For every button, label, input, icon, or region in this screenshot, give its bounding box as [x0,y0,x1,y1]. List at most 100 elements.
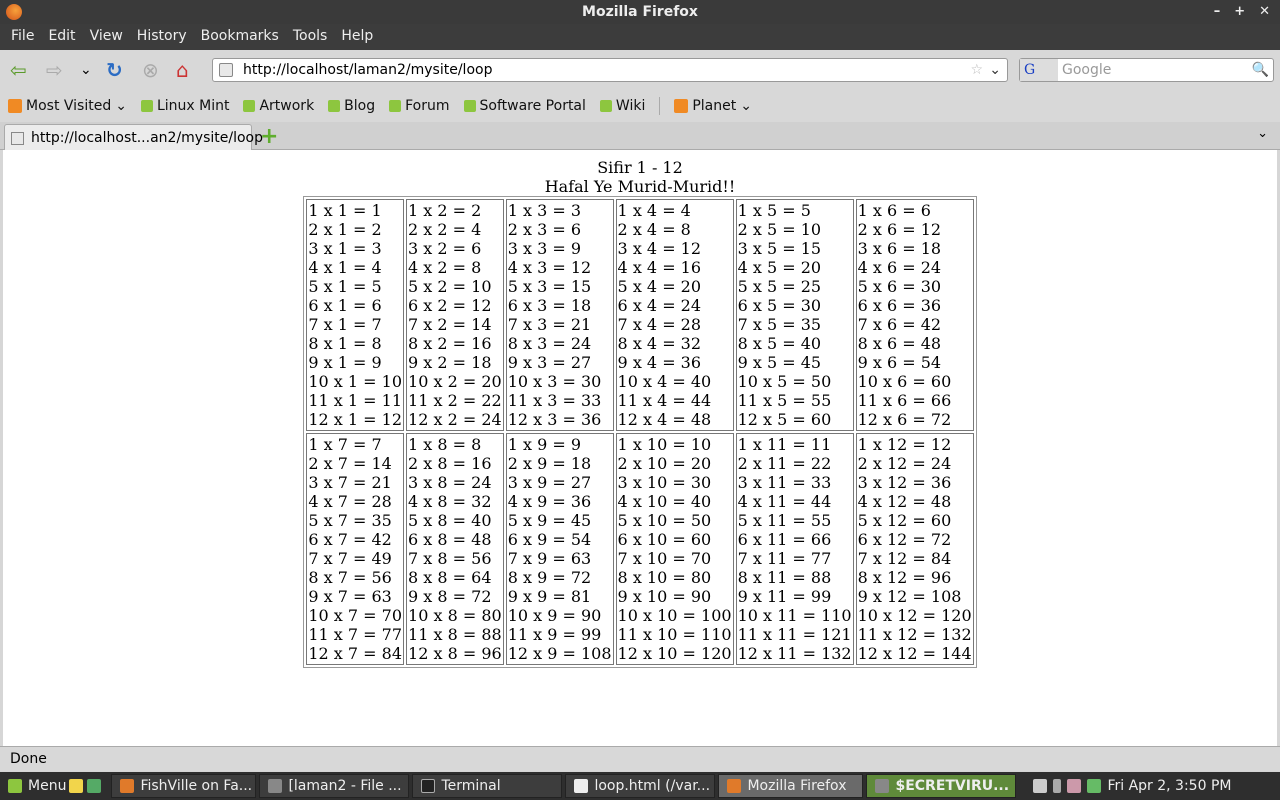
menu-view[interactable]: View [83,24,130,50]
menu-bookmarks[interactable]: Bookmarks [194,24,286,50]
stop-icon[interactable]: ⊗ [142,59,159,81]
search-input[interactable]: Google [1062,59,1111,81]
times-line: 12 x 5 = 60 [737,410,832,429]
minimize-button[interactable]: – [1214,0,1221,24]
times-table-1: 1 x 1 = 12 x 1 = 23 x 1 = 34 x 1 = 45 x … [306,199,405,431]
history-dropdown-icon[interactable]: ⌄ [80,59,92,81]
bookmark-wiki[interactable]: Wiki [599,98,646,114]
task-label: Mozilla Firefox [747,778,847,794]
bookmark-software-portal[interactable]: Software Portal [463,98,586,114]
menu-help[interactable]: Help [334,24,380,50]
maximize-button[interactable]: + [1234,0,1245,24]
times-line: 8 x 6 = 48 [857,334,942,353]
times-line: 10 x 5 = 50 [737,372,832,391]
start-menu-button[interactable]: Menu [0,774,66,798]
home-icon[interactable]: ⌂ [176,59,189,81]
back-icon[interactable]: ⇦ [10,59,27,81]
times-line: 5 x 1 = 5 [308,277,382,296]
menu-edit[interactable]: Edit [41,24,82,50]
mint-icon [328,100,341,112]
times-line: 7 x 3 = 21 [507,315,592,334]
times-line: 1 x 8 = 8 [408,435,482,454]
terminal-launcher-icon[interactable] [87,779,102,793]
bookmark-star-icon[interactable]: ☆ [970,59,983,81]
times-line: 2 x 10 = 20 [617,454,712,473]
times-line: 3 x 2 = 6 [408,239,482,258]
volume-icon[interactable] [1053,779,1062,793]
times-line: 2 x 2 = 4 [408,220,482,239]
times-line: 5 x 6 = 30 [857,277,942,296]
times-line: 10 x 3 = 30 [507,372,602,391]
times-line: 1 x 10 = 10 [617,435,712,454]
times-line: 10 x 4 = 40 [617,372,712,391]
times-line: 4 x 3 = 12 [507,258,592,277]
bookmark-planet[interactable]: Planet ⌄ [674,98,752,114]
times-line: 1 x 9 = 9 [507,435,581,454]
bookmark-linux-mint[interactable]: Linux Mint [140,98,230,114]
separator [659,97,661,115]
menu-history[interactable]: History [130,24,194,50]
times-line: 1 x 6 = 6 [857,201,931,220]
search-box[interactable]: G Google 🔍 [1019,58,1274,82]
update-warning-icon[interactable] [1033,779,1048,793]
times-line: 6 x 9 = 54 [507,530,592,549]
menu-tools[interactable]: Tools [286,24,335,50]
times-line: 3 x 10 = 30 [617,473,712,492]
menu-file[interactable]: File [4,24,41,50]
times-line: 11 x 10 = 110 [617,625,732,644]
task-label: Terminal [441,778,501,794]
text-editor-icon [574,779,589,793]
site-identity-icon[interactable] [219,63,233,77]
user-icon[interactable] [1067,779,1082,793]
times-line: 4 x 5 = 20 [737,258,822,277]
bookmark-most-visited[interactable]: Most Visited ⌄ [8,98,127,114]
bookmark-blog[interactable]: Blog [328,98,375,114]
text-editor-launcher-icon[interactable] [69,779,84,793]
clock[interactable]: Fri Apr 2, 3:50 PM [1107,778,1241,794]
window-title: Mozilla Firefox [582,4,698,20]
task-fishville[interactable]: FishVille on Fa... [111,774,257,798]
task-secretviru[interactable]: $ECRETVIRU... [866,774,1017,798]
times-line: 2 x 11 = 22 [737,454,832,473]
bookmark-label: Wiki [615,98,646,114]
search-engine-selector[interactable]: G [1020,59,1058,81]
url-text[interactable]: http://localhost/laman2/mysite/loop [243,62,492,78]
times-line: 11 x 3 = 33 [507,391,602,410]
bookmark-forum[interactable]: Forum [389,98,450,114]
task-file-manager[interactable]: [laman2 - File ... [259,774,410,798]
task-terminal[interactable]: Terminal [412,774,563,798]
times-line: 4 x 4 = 16 [617,258,702,277]
times-line: 6 x 7 = 42 [308,530,392,549]
times-line: 8 x 10 = 80 [617,568,712,587]
times-line: 11 x 2 = 22 [408,391,502,410]
task-mozilla-firefox[interactable]: Mozilla Firefox [718,774,864,798]
times-line: 6 x 11 = 66 [737,530,832,549]
times-line: 2 x 9 = 18 [507,454,592,473]
reload-icon[interactable]: ↻ [106,59,123,81]
times-line: 6 x 4 = 24 [617,296,702,315]
new-tab-icon[interactable]: + [260,124,278,149]
task-loop-html[interactable]: loop.html (/var... [565,774,716,798]
times-line: 3 x 9 = 27 [507,473,592,492]
forward-icon[interactable]: ⇨ [46,59,63,81]
times-line: 4 x 6 = 24 [857,258,942,277]
tab-list-icon[interactable]: ⌄ [1257,126,1268,141]
times-line: 10 x 8 = 80 [408,606,502,625]
times-line: 5 x 2 = 10 [408,277,492,296]
mint-icon [140,100,153,112]
url-dropdown-icon[interactable]: ⌄ [989,59,1001,81]
bookmark-label: Linux Mint [156,98,230,114]
times-line: 11 x 9 = 99 [507,625,602,644]
times-line: 2 x 3 = 6 [507,220,581,239]
search-icon[interactable]: 🔍 [1252,59,1269,81]
close-button[interactable]: ✕ [1259,0,1270,24]
times-line: 7 x 7 = 49 [308,549,392,568]
task-label: FishVille on Fa... [140,778,253,794]
url-bar[interactable]: http://localhost/laman2/mysite/loop ☆ ⌄ [212,58,1008,82]
times-table-10: 1 x 10 = 10 2 x 10 = 20 3 x 10 = 30 4 x 10 … [615,433,734,665]
tab-loop[interactable]: http://localhost...an2/mysite/loop [4,124,263,151]
times-line: 4 x 11 = 44 [737,492,832,511]
times-table-8: 1 x 8 = 82 x 8 = 16 3 x 8 = 24 4 x 8 = 32 5… [406,433,504,665]
bookmark-artwork[interactable]: Artwork [243,98,314,114]
network-icon[interactable] [1087,779,1102,793]
